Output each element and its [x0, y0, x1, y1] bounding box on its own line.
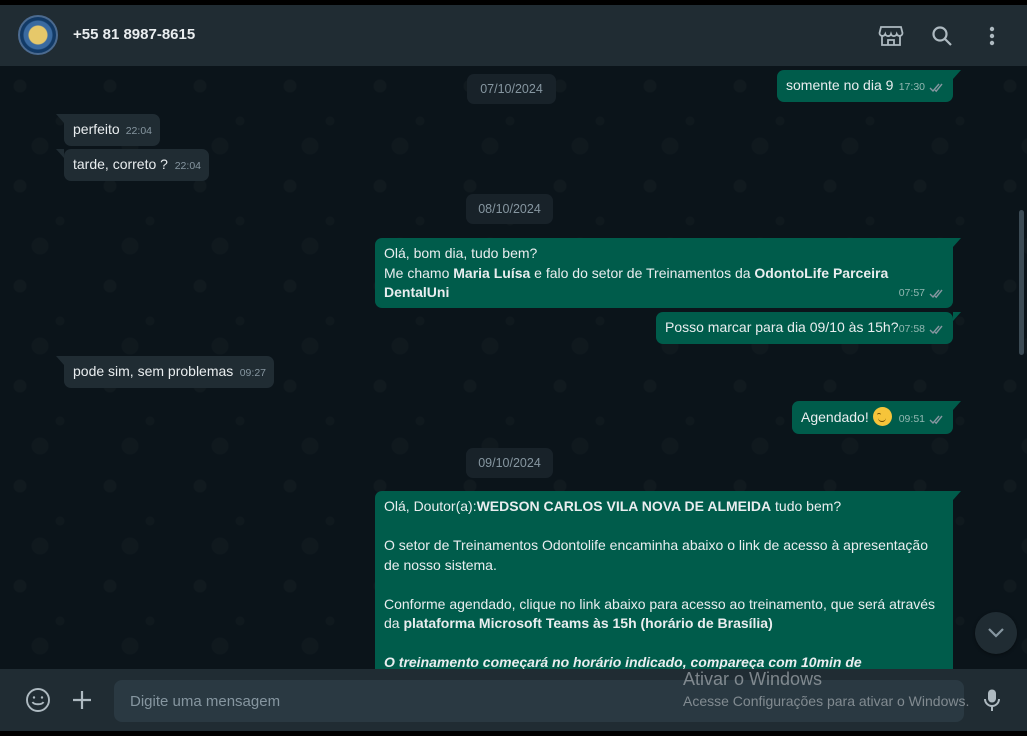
menu-dots-icon[interactable] [979, 23, 1005, 49]
message-line: Me chamo Maria Luísa e falo do setor de … [384, 264, 889, 301]
message-meta: 07:58 [899, 320, 945, 340]
message-incoming[interactable]: pode sim, sem problemas 09:27 [56, 356, 274, 388]
message-paragraph: O setor de Treinamentos Odontolife encam… [384, 537, 928, 573]
message-paragraph: O treinamento começará no horário indica… [384, 654, 862, 669]
double-check-icon [929, 289, 943, 298]
double-check-icon [929, 83, 943, 92]
message-paragraph: Olá, Doutor(a):WEDSON CARLOS VILA NOVA D… [384, 498, 842, 514]
store-icon[interactable] [878, 23, 904, 49]
message-line: Olá, bom dia, tudo bem? [384, 245, 538, 261]
message-meta: 09:27 [240, 364, 266, 384]
message-incoming[interactable]: perfeito 22:04 [56, 114, 160, 146]
mic-icon[interactable] [979, 687, 1005, 713]
message-meta: 07:57 [899, 284, 945, 304]
message-text: somente no dia 9 [786, 77, 894, 93]
message-list[interactable]: 07/10/2024 somente no dia 9 17:30 perfei… [0, 66, 1027, 669]
message-text: pode sim, sem problemas [73, 363, 234, 379]
message-time: 09:51 [898, 412, 925, 425]
chat-header: +55 81 8987-8615 [0, 5, 1027, 66]
message-meta: 09:51 [899, 410, 945, 430]
message-outgoing[interactable]: somente no dia 9 17:30 [777, 70, 961, 102]
contact-name[interactable]: +55 81 8987-8615 [73, 26, 195, 43]
double-check-icon [929, 415, 943, 424]
date-separator: 09/10/2024 [466, 448, 553, 478]
message-composer [0, 669, 1027, 731]
message-time: 09:27 [239, 366, 266, 379]
message-meta: 22:04 [126, 122, 152, 142]
scroll-to-bottom-button[interactable] [975, 612, 1017, 654]
date-separator: 07/10/2024 [467, 74, 556, 104]
message-outgoing[interactable]: Olá, Doutor(a):WEDSON CARLOS VILA NOVA D… [375, 491, 961, 669]
chevron-down-icon [988, 628, 1004, 638]
date-separator: 08/10/2024 [466, 194, 553, 224]
message-paragraph: Conforme agendado, clique no link abaixo… [384, 595, 936, 632]
double-check-icon [929, 325, 943, 334]
message-time: 22:04 [174, 159, 201, 172]
message-text: perfeito [73, 121, 120, 137]
message-outgoing[interactable]: Agendado! 09:51 [792, 401, 961, 434]
scrollbar-thumb[interactable] [1019, 210, 1024, 355]
message-text: tarde, correto ? [73, 156, 168, 172]
message-meta: 17:30 [899, 78, 945, 98]
message-meta: 22:04 [175, 157, 201, 177]
emoji-icon[interactable] [25, 687, 51, 713]
message-time: 22:04 [125, 124, 152, 137]
message-outgoing[interactable]: Olá, bom dia, tudo bem? Me chamo Maria L… [375, 238, 961, 308]
message-outgoing[interactable]: Posso marcar para dia 09/10 às 15h? 07:5… [656, 312, 961, 344]
search-icon[interactable] [929, 23, 955, 49]
message-text: Agendado! [801, 409, 869, 425]
message-time: 07:57 [898, 286, 925, 299]
message-input[interactable] [114, 680, 964, 722]
message-time: 07:58 [898, 322, 925, 335]
plus-icon[interactable] [69, 687, 95, 713]
message-time: 17:30 [898, 80, 925, 93]
relieved-face-emoji-icon [872, 407, 892, 426]
message-text: Posso marcar para dia 09/10 às 15h? [665, 319, 899, 335]
contact-avatar[interactable] [18, 15, 58, 55]
message-incoming[interactable]: tarde, correto ? 22:04 [56, 149, 209, 181]
window-bottom-edge [0, 731, 1027, 736]
